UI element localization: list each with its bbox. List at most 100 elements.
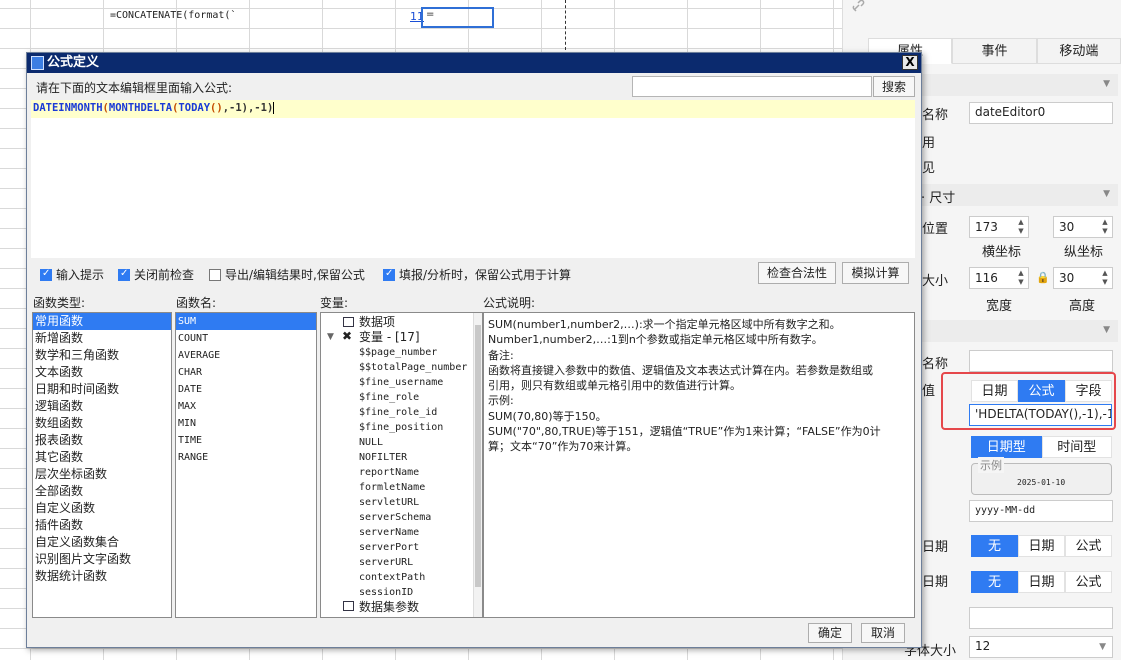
y-stepper[interactable]: 30 ▲ ▼: [1053, 216, 1113, 238]
tree-item[interactable]: servletURL: [321, 495, 482, 510]
list-item[interactable]: COUNT: [176, 330, 316, 347]
tree-item[interactable]: NULL: [321, 435, 482, 450]
list-item[interactable]: 数据统计函数: [33, 568, 171, 585]
tree-item[interactable]: $fine_position: [321, 420, 482, 435]
spin-arrows-icon[interactable]: ▲ ▼: [1016, 218, 1026, 236]
check-validity-button[interactable]: 检查合法性: [758, 262, 836, 284]
width-stepper[interactable]: 116 ▲ ▼: [969, 267, 1029, 289]
cancel-button[interactable]: 取消: [861, 623, 905, 643]
date-type-date[interactable]: 日期型: [971, 436, 1042, 458]
lock-icon[interactable]: 🔒: [1036, 271, 1050, 284]
formula-text[interactable]: DATEINMONTH(MONTHDELTA(TODAY(),-1),-1): [33, 102, 275, 114]
list-item[interactable]: 日期和时间函数: [33, 381, 171, 398]
end-date-label: 日期: [922, 575, 949, 590]
list-item[interactable]: SUM: [176, 313, 316, 330]
list-item[interactable]: 常用函数: [33, 313, 171, 330]
tree-item[interactable]: $fine_role_id: [321, 405, 482, 420]
close-button[interactable]: X: [902, 55, 918, 70]
tree-item[interactable]: sessionID: [321, 585, 482, 600]
name-input[interactable]: dateEditor0: [969, 102, 1113, 124]
list-item[interactable]: 全部函数: [33, 483, 171, 500]
checkbox-icon: [209, 268, 221, 281]
tab-events[interactable]: 事件: [952, 38, 1037, 64]
chevron-down-icon: ▼: [1099, 642, 1106, 652]
start-none[interactable]: 无: [971, 535, 1018, 557]
name2-input[interactable]: [969, 350, 1113, 372]
end-date[interactable]: 日期: [1018, 571, 1065, 593]
spin-arrows-icon[interactable]: ▲ ▼: [1100, 218, 1110, 236]
list-item[interactable]: 插件函数: [33, 517, 171, 534]
tree-item[interactable]: contextPath: [321, 570, 482, 585]
tree-item[interactable]: serverName: [321, 525, 482, 540]
start-date[interactable]: 日期: [1018, 535, 1065, 557]
end-formula[interactable]: 公式: [1065, 571, 1112, 593]
tree-item[interactable]: serverPort: [321, 540, 482, 555]
list-item[interactable]: 报表函数: [33, 432, 171, 449]
tree-item[interactable]: $$totalPage_number: [321, 360, 482, 375]
list-item[interactable]: MIN: [176, 415, 316, 432]
function-types-list: 常用函数 新增函数 数学和三角函数 文本函数 日期和时间函数 逻辑函数 数组函数…: [32, 312, 172, 618]
tree-item-data-item[interactable]: 数据项: [321, 315, 482, 330]
keep-formula-export-checkbox[interactable]: 导出/编辑结果时,保留公式: [209, 266, 365, 283]
list-item[interactable]: TIME: [176, 432, 316, 449]
x-caption: 横坐标: [982, 245, 1022, 260]
tree-item[interactable]: formletName: [321, 480, 482, 495]
start-formula[interactable]: 公式: [1065, 535, 1112, 557]
tab-mobile[interactable]: 移动端: [1036, 38, 1121, 64]
description-line: 引用，则只有数组或单元格引用中的数值进行计算。: [488, 379, 741, 393]
visible-label: 见: [922, 161, 936, 176]
font-size-select[interactable]: 12 ▼: [969, 636, 1113, 658]
list-item[interactable]: MAX: [176, 398, 316, 415]
tree-scrollbar[interactable]: [473, 313, 482, 617]
tree-item[interactable]: NOFILTER: [321, 450, 482, 465]
list-item[interactable]: 数学和三角函数: [33, 347, 171, 364]
tree-item-dataset-params[interactable]: 数据集参数: [321, 600, 482, 615]
selected-cell[interactable]: =: [421, 7, 494, 28]
keep-formula-fill-checkbox[interactable]: 填报/分析时，保留公式用于计算: [383, 266, 571, 283]
search-input[interactable]: [632, 76, 872, 97]
end-none[interactable]: 无: [971, 571, 1018, 593]
tree-item[interactable]: serverURL: [321, 555, 482, 570]
tree-item[interactable]: $$page_number: [321, 345, 482, 360]
description-line: 函数将直接键入参数中的数值、逻辑值及文本表达式计算在内。若参数是数组或: [488, 363, 873, 377]
search-button[interactable]: 搜索: [873, 76, 915, 97]
formula-editor[interactable]: [31, 100, 915, 258]
check-before-close-checkbox[interactable]: 关闭前检查: [118, 266, 194, 283]
list-item[interactable]: 层次坐标函数: [33, 466, 171, 483]
y-value: 30: [1059, 220, 1075, 234]
list-item[interactable]: 文本函数: [33, 364, 171, 381]
tree-item-label: 变量 - [17]: [359, 330, 420, 344]
list-item[interactable]: 自定义函数: [33, 500, 171, 517]
list-item[interactable]: 其它函数: [33, 449, 171, 466]
list-item[interactable]: CHAR: [176, 364, 316, 381]
tree-item-var-group[interactable]: ▼ ✖ 变量 - [17]: [321, 329, 482, 345]
link-icon[interactable]: [852, 0, 870, 14]
spin-arrows-icon[interactable]: ▲ ▼: [1016, 269, 1026, 287]
ok-button[interactable]: 确定: [808, 623, 852, 643]
tree-item[interactable]: reportName: [321, 465, 482, 480]
list-item[interactable]: 新增函数: [33, 330, 171, 347]
scroll-thumb[interactable]: [475, 325, 481, 587]
input-hint-checkbox[interactable]: 输入提示: [40, 266, 104, 283]
list-item[interactable]: 数组函数: [33, 415, 171, 432]
x-stepper[interactable]: 173 ▲ ▼: [969, 216, 1029, 238]
format-input[interactable]: yyyy-MM-dd: [969, 500, 1113, 522]
example-box: 示例 2025-01-10: [971, 457, 1112, 495]
function-names-list: SUM COUNT AVERAGE CHAR DATE MAX MIN TIME…: [175, 312, 317, 618]
date-type-time[interactable]: 时间型: [1041, 436, 1112, 458]
list-item[interactable]: 识别图片文字函数: [33, 551, 171, 568]
cell-formula-text[interactable]: =CONCATENATE(format(`: [110, 10, 236, 21]
list-item[interactable]: 自定义函数集合: [33, 534, 171, 551]
tree-item[interactable]: $fine_role: [321, 390, 482, 405]
tree-item[interactable]: $fine_username: [321, 375, 482, 390]
height-stepper[interactable]: 30 ▲ ▼: [1053, 267, 1113, 289]
list-item[interactable]: AVERAGE: [176, 347, 316, 364]
list-item[interactable]: DATE: [176, 381, 316, 398]
list-item[interactable]: RANGE: [176, 449, 316, 466]
list-item[interactable]: 逻辑函数: [33, 398, 171, 415]
tree-item[interactable]: serverSchema: [321, 510, 482, 525]
spin-arrows-icon[interactable]: ▲ ▼: [1100, 269, 1110, 287]
empty-input[interactable]: [969, 607, 1113, 629]
simulate-button[interactable]: 模拟计算: [842, 262, 909, 284]
variables-header: 变量:: [320, 296, 349, 310]
